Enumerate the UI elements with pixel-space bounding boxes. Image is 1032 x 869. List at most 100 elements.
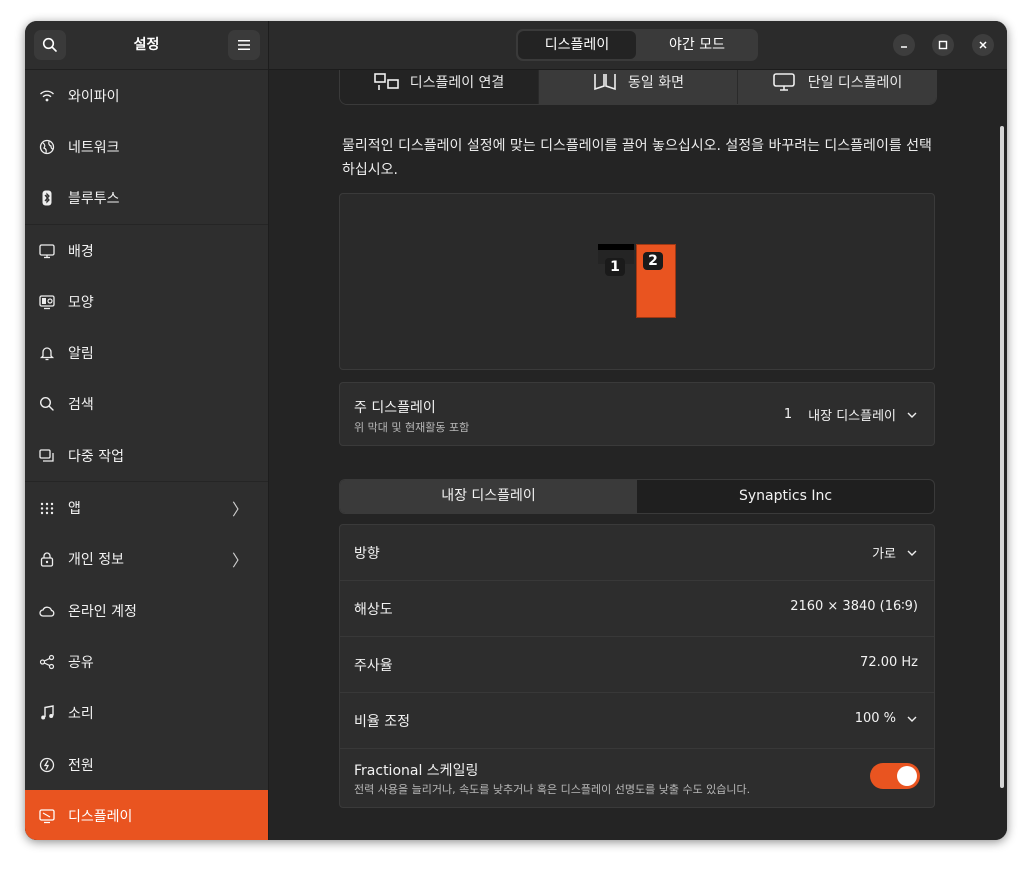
appearance-icon: [39, 294, 55, 310]
lock-icon: [39, 551, 55, 567]
cloud-icon: [39, 603, 55, 619]
music-note-icon: [39, 705, 55, 721]
refresh-rate-label: 주사율: [354, 658, 393, 674]
fractional-scaling-toggle[interactable]: [870, 763, 920, 789]
display-settings-card: 방향 가로 해상도 2160 × 3840 (16∶9) 주사율 72.00 H…: [339, 524, 935, 808]
toggle-knob: [897, 766, 917, 786]
chevron-right-icon: 〉: [231, 500, 248, 520]
orientation-value-text: 가로: [872, 547, 896, 562]
primary-display-subtitle: 위 막대 및 현재활동 포함: [354, 421, 470, 434]
sidebar-item-label: 다중 작업: [68, 448, 124, 465]
chevron-down-icon: [907, 412, 917, 418]
sidebar-item-sound[interactable]: 소리: [25, 688, 268, 739]
display-arrangement-area[interactable]: 1 2: [339, 193, 935, 370]
minimize-icon: [901, 46, 907, 48]
sidebar-header: 설정: [25, 21, 268, 70]
resolution-value: 2160 × 3840 (16∶9): [790, 599, 918, 614]
tab-synaptics[interactable]: Synaptics Inc: [637, 480, 934, 513]
sidebar-item-appearance[interactable]: 모양: [25, 276, 268, 327]
monitor-2-number: 2: [643, 252, 663, 270]
fractional-scaling-row: Fractional 스케일링 전력 사용을 늘리거나, 속도를 낮추거나 혹은…: [340, 749, 934, 807]
mode-label: 디스플레이 연결: [409, 75, 505, 91]
maximize-icon: [938, 40, 948, 50]
sidebar-item-wifi[interactable]: 와이파이: [25, 70, 268, 121]
multitasking-icon: [39, 448, 55, 464]
sidebar-item-online-accounts[interactable]: 온라인 계정: [25, 585, 268, 636]
sidebar-item-notifications[interactable]: 알림: [25, 327, 268, 378]
apps-grid-icon: [39, 500, 55, 516]
tab-builtin-display[interactable]: 내장 디스플레이: [340, 480, 637, 513]
close-icon: [979, 41, 987, 49]
mode-join-displays[interactable]: 디스플레이 연결: [340, 70, 539, 104]
scale-row[interactable]: 비율 조정 100 %: [340, 693, 934, 749]
sidebar-item-label: 온라인 계정: [68, 603, 137, 620]
minimize-button[interactable]: [893, 34, 915, 56]
background-icon: [39, 243, 55, 259]
resolution-row[interactable]: 해상도 2160 × 3840 (16∶9): [340, 581, 934, 637]
mode-label: 단일 디스플레이: [807, 75, 903, 91]
wifi-icon: [39, 88, 55, 104]
sidebar-item-label: 와이파이: [68, 88, 120, 105]
network-icon: [39, 139, 55, 155]
mode-mirror[interactable]: 동일 화면: [539, 70, 738, 104]
sidebar-item-label: 배경: [68, 243, 94, 260]
sidebar-item-privacy[interactable]: 개인 정보 〉: [25, 534, 268, 585]
display-mode-selector: 디스플레이 연결 동일 화면 단일 디스플레이: [339, 70, 937, 105]
sidebar-item-background[interactable]: 배경: [25, 225, 268, 276]
orientation-label: 방향: [354, 546, 380, 562]
search-icon: [39, 396, 55, 412]
sidebar-item-multitasking[interactable]: 다중 작업: [25, 430, 268, 483]
sidebar-item-label: 블루투스: [68, 191, 120, 208]
primary-display-number: 1: [783, 407, 793, 422]
chevron-right-icon: 〉: [231, 551, 248, 571]
header-bar: 디스플레이 야간 모드: [269, 21, 1007, 70]
orientation-row[interactable]: 방향 가로: [340, 525, 934, 581]
monitor-1-number: 1: [605, 258, 625, 276]
menu-button[interactable]: [228, 30, 260, 60]
primary-display-card[interactable]: 주 디스플레이 위 막대 및 현재활동 포함 1 내장 디스플레이: [339, 382, 935, 446]
primary-display-name: 내장 디스플레이: [808, 409, 896, 424]
sidebar-item-label: 공유: [68, 654, 94, 671]
sidebar-item-sharing[interactable]: 공유: [25, 636, 268, 687]
sidebar-item-search[interactable]: 검색: [25, 379, 268, 430]
fractional-scaling-label: Fractional 스케일링: [354, 763, 479, 779]
mode-label: 동일 화면: [628, 75, 684, 91]
main-panel: 디스플레이 야간 모드 디스플레이 연결 동일 화면 단일 디스플레이 물리적인…: [269, 21, 1007, 840]
orientation-value: 가로: [872, 543, 918, 562]
sidebar-item-label: 네트워크: [68, 139, 120, 156]
sidebar-item-network[interactable]: 네트워크: [25, 121, 268, 172]
sidebar-item-label: 검색: [68, 397, 94, 414]
scale-label: 비율 조정: [354, 714, 410, 730]
view-switcher: 디스플레이 야간 모드: [516, 29, 758, 61]
sidebar-item-label: 디스플레이: [68, 808, 133, 825]
share-icon: [39, 654, 55, 670]
settings-window: 설정 와이파이 네트워크 블루투스 배경 모양 알림 검색 다중 작업 앱 〉 …: [25, 21, 1007, 840]
primary-display-value: 1 내장 디스플레이: [784, 405, 918, 424]
primary-display-row[interactable]: 주 디스플레이 위 막대 및 현재활동 포함 1 내장 디스플레이: [340, 383, 934, 445]
sidebar-item-displays[interactable]: 디스플레이: [25, 790, 268, 840]
sidebar: 설정 와이파이 네트워크 블루투스 배경 모양 알림 검색 다중 작업 앱 〉 …: [25, 21, 269, 840]
bluetooth-icon: [39, 190, 55, 206]
sidebar-item-bluetooth[interactable]: 블루투스: [25, 173, 268, 225]
tab-displays[interactable]: 디스플레이: [518, 31, 636, 59]
maximize-button[interactable]: [932, 34, 954, 56]
join-displays-icon: [373, 73, 399, 90]
scale-value-text: 100 %: [854, 711, 896, 726]
monitor-tabs: 내장 디스플레이 Synaptics Inc: [339, 479, 935, 514]
content-scroll[interactable]: 디스플레이 연결 동일 화면 단일 디스플레이 물리적인 디스플레이 설정에 맞…: [269, 70, 1007, 840]
sidebar-item-power[interactable]: 전원: [25, 739, 268, 790]
power-icon: [39, 757, 55, 773]
scale-value: 100 %: [855, 711, 918, 726]
hamburger-icon: [238, 40, 250, 50]
scrollbar[interactable]: [1000, 126, 1004, 788]
refresh-rate-row[interactable]: 주사율 72.00 Hz: [340, 637, 934, 693]
primary-display-title: 주 디스플레이: [354, 400, 436, 416]
sidebar-item-apps[interactable]: 앱 〉: [25, 482, 268, 533]
sidebar-item-label: 전원: [68, 757, 94, 774]
mirror-icon: [594, 74, 616, 91]
mode-single-display[interactable]: 단일 디스플레이: [738, 70, 936, 104]
close-button[interactable]: [972, 34, 994, 56]
single-display-icon: [772, 73, 795, 91]
resolution-label: 해상도: [354, 602, 393, 618]
tab-night-light[interactable]: 야간 모드: [638, 31, 756, 59]
